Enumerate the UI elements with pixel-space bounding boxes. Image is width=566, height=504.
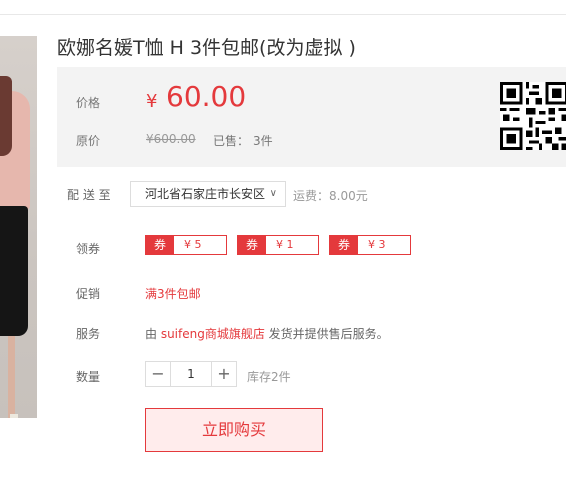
coupon-amount: ¥ 5 [184,238,202,251]
original-price-label: 原价 [76,134,101,148]
quantity-label: 数量 [76,370,101,384]
coupon-label: 领券 [76,242,101,256]
promotion-label: 促销 [76,287,101,301]
price-value: 60.00 [166,80,247,113]
service-label: 服务 [76,327,101,341]
original-price-value: ¥600.00 [146,132,196,146]
stock-text: 库存2件 [247,370,291,384]
coupon-tag: 券 [146,236,174,254]
delivery-label: 配 送 至 [67,188,111,202]
service-suffix: 发货并提供售后服务。 [264,327,389,341]
coupon-item[interactable]: 券 ¥ 1 [237,235,319,255]
shipping-fee: 运费：8.00元 [293,189,368,203]
coupon-tag: 券 [238,236,266,254]
service-prefix: 由 [145,327,161,341]
quantity-input[interactable]: 1 [171,362,211,386]
coupon-item[interactable]: 券 ¥ 3 [329,235,411,255]
price-panel: 价格 ¥ 60.00 原价 ¥600.00 已售： 3件 [57,67,566,167]
coupon-item[interactable]: 券 ¥ 5 [145,235,227,255]
coupon-amount: ¥ 3 [368,238,386,251]
product-image[interactable] [0,36,37,418]
top-divider [0,14,566,15]
increase-button[interactable]: + [211,362,236,386]
promotion-text: 满3件包邮 [145,287,201,301]
decrease-button[interactable]: − [146,362,171,386]
sold-label: 已售： [213,134,250,148]
price-currency: ¥ [146,91,158,112]
qr-code-icon[interactable] [500,77,566,155]
shop-link[interactable]: suifeng商城旗舰店 [161,327,265,341]
price-label: 价格 [76,96,101,110]
quantity-stepper: − 1 + [145,361,237,387]
chevron-down-icon: ∨ [269,188,277,199]
product-title: 欧娜名媛T恤 H 3件包邮(改为虚拟 ) [57,37,356,59]
address-selector[interactable]: 河北省石家庄市长安区 ∨ [130,181,286,207]
coupon-amount: ¥ 1 [276,238,294,251]
service-text: 由 suifeng商城旗舰店 发货并提供售后服务。 [145,325,389,342]
buy-now-button[interactable]: 立即购买 [145,408,323,452]
sold-value: 3件 [253,134,273,148]
coupon-tag: 券 [330,236,358,254]
address-text: 河北省石家庄市长安区 [145,187,266,201]
